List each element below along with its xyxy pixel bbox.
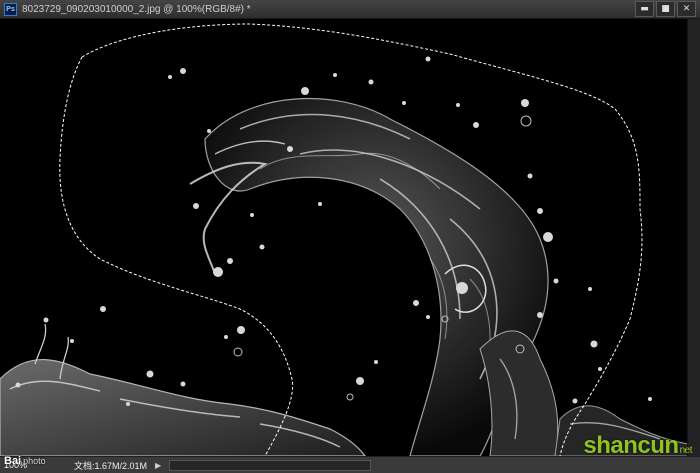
window-controls: ▬ ■ ✕	[635, 1, 696, 17]
maximize-button[interactable]: ■	[656, 1, 675, 17]
document-size-info: 文档:1.67M/2.01M	[74, 460, 148, 471]
close-button[interactable]: ✕	[677, 1, 696, 17]
photoshop-app-icon: Ps	[4, 2, 17, 16]
watermark-brand: Bai	[4, 455, 22, 467]
canvas-artwork	[0, 23, 688, 456]
shancun-logo-text: shancun	[583, 432, 679, 459]
vertical-scrollbar[interactable]	[687, 19, 700, 456]
image-canvas[interactable]	[0, 19, 688, 456]
shancun-logo-suffix: net	[679, 445, 693, 456]
splash-bottom-left	[0, 358, 366, 456]
baidu-watermark: Bai photo	[4, 455, 46, 467]
minimize-button[interactable]: ▬	[635, 1, 654, 17]
status-menu-arrow-icon[interactable]: ▶	[155, 461, 161, 470]
splash-right-column	[479, 330, 559, 456]
document-tab-bar: Ps 8023729_090203010000_2.jpg @ 100%(RGB…	[0, 0, 700, 19]
horizontal-scrollbar[interactable]	[169, 459, 372, 471]
document-title[interactable]: 8023729_090203010000_2.jpg @ 100%(RGB/8#…	[22, 4, 251, 15]
watermark-site: photo	[23, 456, 46, 466]
shancun-logo: shancunnet	[583, 432, 692, 460]
